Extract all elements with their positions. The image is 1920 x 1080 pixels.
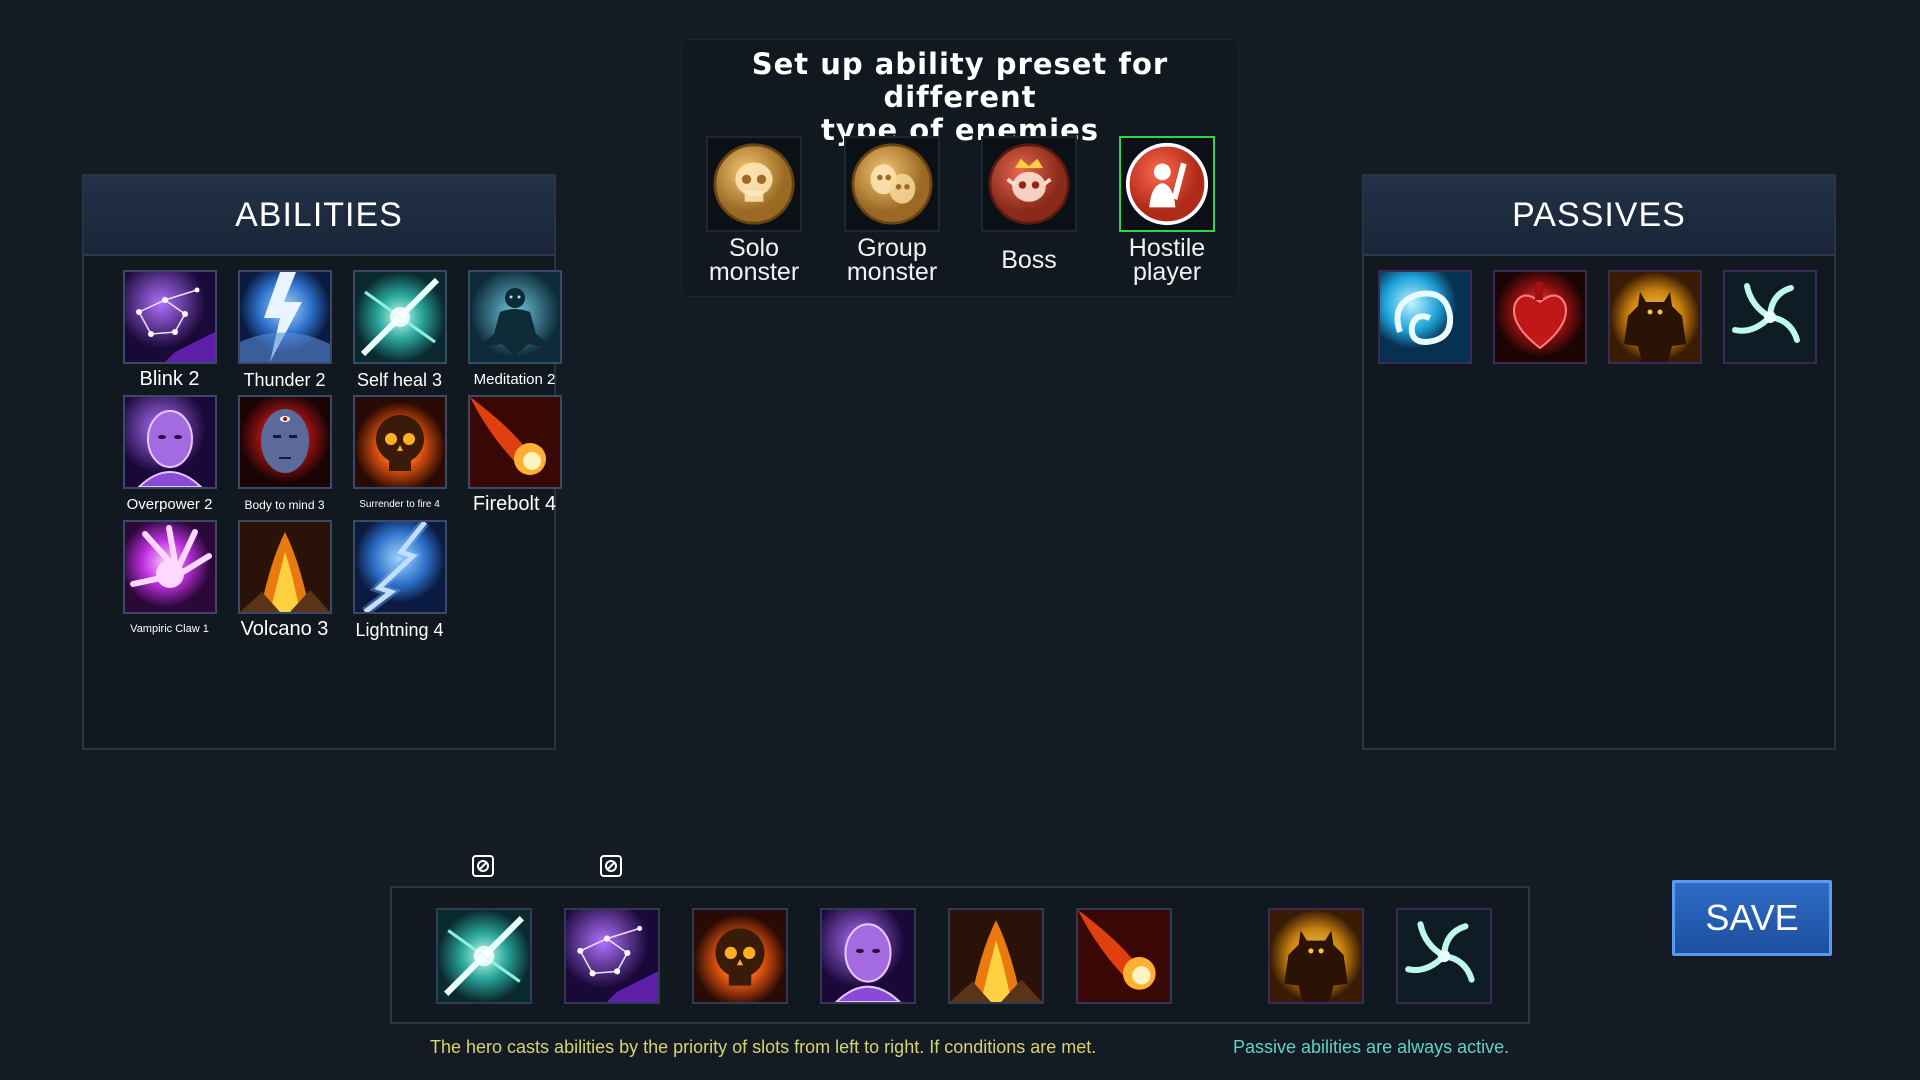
ability-blink[interactable]: Blink 2 — [112, 270, 227, 391]
ability-overpower[interactable]: Overpower 2 — [112, 395, 227, 513]
ability-label: Blink 2 — [139, 368, 200, 390]
preset-label: Group monster — [846, 234, 938, 286]
slot-3-flaming-skull-icon[interactable] — [692, 908, 788, 1004]
ability-label: Thunder 2 — [243, 370, 326, 390]
ability-lightning[interactable]: Lightning 4 — [342, 520, 457, 641]
third-eye-head-icon — [237, 395, 332, 489]
knight-medallion-icon — [1125, 142, 1209, 226]
preset-title-line-1: Set up ability preset for different — [751, 47, 1169, 114]
save-button[interactable]: SAVE — [1672, 880, 1832, 956]
ability-label: Vampiric Claw 1 — [130, 623, 209, 635]
cross-slash-icon — [352, 270, 447, 364]
skull-medallion-icon — [712, 142, 796, 226]
slot-2-constellation-icon[interactable] — [564, 908, 660, 1004]
ability-meditation[interactable]: Meditation 2 — [457, 270, 572, 388]
ability-volcano[interactable]: Volcano 3 — [227, 520, 342, 641]
priority-hint: The hero casts abilities by the priority… — [430, 1037, 1097, 1057]
constellation-icon — [122, 270, 217, 364]
claw-hand-icon — [122, 520, 217, 614]
passive-slot-golem-silhouette-icon[interactable] — [1268, 908, 1364, 1004]
crowned-skull-medallion-icon — [987, 142, 1071, 226]
golem-silhouette-icon[interactable] — [1608, 270, 1702, 364]
abilities-panel-title: ABILITIES — [84, 176, 554, 256]
ability-label: Firebolt 4 — [472, 493, 557, 515]
ability-label: Overpower 2 — [126, 496, 213, 513]
preset-hostile-player[interactable]: Hostile player — [1098, 136, 1236, 286]
ability-thunder[interactable]: Thunder 2 — [227, 270, 342, 391]
ability-firebolt[interactable]: Firebolt 4 — [457, 395, 572, 516]
ability-slot-bar — [390, 886, 1530, 1024]
preset-group-monster[interactable]: Group monster — [823, 136, 961, 286]
slot-4-purple-head-icon[interactable] — [820, 908, 916, 1004]
ability-surrender-to-fire[interactable]: Surrender to fire 4 — [342, 395, 457, 510]
flaming-skull-icon — [352, 395, 447, 489]
preset-label: Boss — [1001, 246, 1057, 274]
preset-label: Solo monster — [708, 234, 800, 286]
abilities-panel: ABILITIES Blink 2 Thunder 2 Self heal 3 … — [82, 174, 562, 750]
water-swirl-icon[interactable] — [1378, 270, 1472, 364]
ability-label: Body to mind 3 — [244, 498, 325, 512]
condition-gear-icon[interactable] — [472, 855, 494, 877]
ability-label: Meditation 2 — [473, 371, 556, 388]
passives-panel-title: PASSIVES — [1364, 176, 1834, 256]
thunder-icon — [237, 270, 332, 364]
slot-1-cross-slash-icon[interactable] — [436, 908, 532, 1004]
purple-head-icon — [122, 395, 217, 489]
heart-icon[interactable] — [1493, 270, 1587, 364]
preset-boss[interactable]: Boss — [960, 136, 1098, 274]
ability-body-to-mind[interactable]: Body to mind 3 — [227, 395, 342, 512]
preset-panel-title: Set up ability preset for different type… — [682, 48, 1238, 147]
ability-label: Volcano 3 — [240, 618, 329, 640]
fireball-icon — [467, 395, 562, 489]
passive-slot-whirlwind-icon[interactable] — [1396, 908, 1492, 1004]
meditation-figure-icon — [467, 270, 562, 364]
condition-gear-icon[interactable] — [600, 855, 622, 877]
two-masks-medallion-icon — [850, 142, 934, 226]
ability-vampiric-claw[interactable]: Vampiric Claw 1 — [112, 520, 227, 635]
passive-hint: Passive abilities are always active. — [1233, 1037, 1510, 1057]
ability-label: Self heal 3 — [356, 370, 443, 390]
preset-solo-monster[interactable]: Solo monster — [685, 136, 823, 286]
ability-label: Surrender to fire 4 — [359, 499, 440, 510]
passives-panel: PASSIVES — [1362, 174, 1836, 750]
preset-panel: Set up ability preset for different type… — [682, 40, 1238, 296]
ability-self-heal[interactable]: Self heal 3 — [342, 270, 457, 391]
ability-label: Lightning 4 — [355, 620, 444, 640]
lightning-icon — [352, 520, 447, 614]
preset-label: Hostile player — [1128, 234, 1206, 286]
slot-6-fireball-icon[interactable] — [1076, 908, 1172, 1004]
whirlwind-icon[interactable] — [1723, 270, 1817, 364]
volcano-fire-icon — [237, 520, 332, 614]
slot-5-volcano-fire-icon[interactable] — [948, 908, 1044, 1004]
